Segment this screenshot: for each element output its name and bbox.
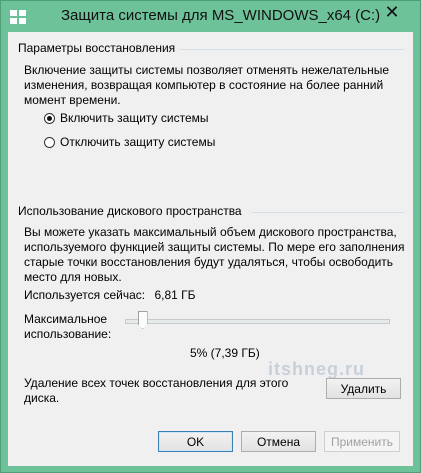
enable-protection-option[interactable]: Включить защиту системы: [44, 110, 209, 126]
radio-button-checked[interactable]: [44, 112, 55, 124]
description-line: используемого функцией защиты системы. П…: [24, 240, 405, 254]
apply-button: Применить: [324, 431, 400, 452]
dialog-content: Параметры восстановления Включение защит…: [8, 32, 413, 466]
cancel-button[interactable]: Отмена: [241, 431, 316, 452]
restore-settings-header: Параметры восстановления: [18, 41, 176, 55]
description-line: Вы можете указать максимальный объем дис…: [24, 225, 397, 239]
max-usage-slider-thumb[interactable]: [137, 311, 148, 329]
disk-usage-divider: [252, 212, 404, 213]
delete-description-line: диска.: [24, 391, 60, 405]
description-line: момент времени.: [24, 93, 121, 107]
title-bar[interactable]: Защита системы для MS_WINDOWS_x64 (C:) ✕: [1, 1, 420, 33]
disable-protection-label[interactable]: Отключить защиту системы: [60, 135, 215, 149]
description-line: изменения, возвращая компьютер в состоян…: [24, 78, 384, 92]
max-usage-label: Максимальное использование:: [24, 312, 111, 342]
restore-settings-description: Включение защиты системы позволяет отмен…: [24, 63, 389, 108]
delete-restore-points-button[interactable]: Удалить: [326, 378, 401, 399]
current-usage-value: 6,81 ГБ: [154, 288, 196, 302]
close-icon[interactable]: ✕: [376, 1, 408, 23]
restore-settings-divider: [180, 49, 404, 50]
window-title: Защита системы для MS_WINDOWS_x64 (C:): [61, 7, 381, 24]
current-usage: Используется сейчас: 6,81 ГБ: [24, 288, 196, 302]
disk-usage-header: Использование дискового пространства: [18, 204, 242, 218]
windows-app-icon: [10, 10, 26, 24]
radio-button-unchecked[interactable]: [44, 136, 55, 148]
delete-description-line: Удаление всех точек восстановления для э…: [24, 376, 289, 390]
max-usage-value: 5% (7,39 ГБ): [190, 346, 260, 360]
delete-description: Удаление всех точек восстановления для э…: [24, 376, 288, 406]
enable-protection-label[interactable]: Включить защиту системы: [60, 111, 209, 125]
system-protection-window: Защита системы для MS_WINDOWS_x64 (C:) ✕…: [0, 0, 421, 473]
description-line: место для новых.: [24, 270, 122, 284]
max-usage-label-line: использование:: [24, 327, 112, 341]
disable-protection-option[interactable]: Отключить защиту системы: [44, 134, 215, 150]
description-line: Включение защиты системы позволяет отмен…: [24, 63, 390, 77]
max-usage-slider-track[interactable]: [125, 319, 390, 324]
description-line: старые точки восстановления будут удалят…: [24, 255, 394, 269]
current-usage-label: Используется сейчас:: [24, 288, 146, 302]
disk-usage-description: Вы можете указать максимальный объем дис…: [24, 225, 404, 285]
max-usage-label-line: Максимальное: [24, 312, 108, 326]
ok-button[interactable]: OK: [158, 431, 233, 452]
